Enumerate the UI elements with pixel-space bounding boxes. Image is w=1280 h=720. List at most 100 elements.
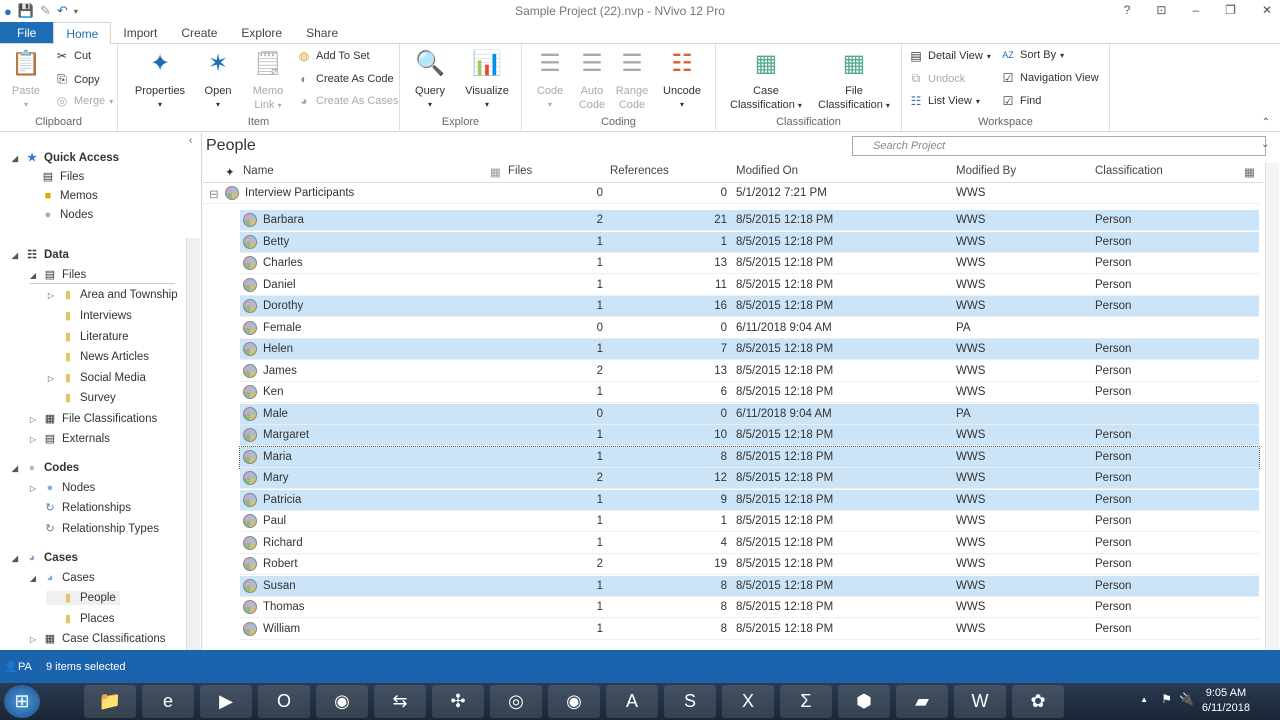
table-row[interactable]: Barbara 2 21 8/5/2015 12:18 PM WWS Person bbox=[240, 210, 1259, 231]
nav-folder-area-and-township[interactable]: ▷ ▮ Area and Township bbox=[46, 288, 178, 302]
table-row-parent[interactable]: ⊟ Interview Participants 0 0 5/1/2012 7:… bbox=[203, 183, 1259, 204]
nav-folder-people[interactable]: ▮ People bbox=[46, 591, 120, 605]
table-row[interactable]: William 1 8 8/5/2015 12:18 PM WWS Person bbox=[240, 619, 1259, 640]
nav-cases-sub[interactable]: ◢ ◕ Cases bbox=[28, 571, 95, 585]
uncode-button[interactable]: ☷ Uncode ▾ bbox=[660, 48, 704, 112]
help-button[interactable]: ? bbox=[1124, 3, 1131, 17]
properties-button[interactable]: ✦ Properties ▾ bbox=[132, 48, 188, 112]
table-row[interactable]: Betty 1 1 8/5/2015 12:18 PM WWS Person bbox=[240, 231, 1259, 253]
taskbar-app-arrows-icon[interactable]: ⇆ bbox=[374, 685, 426, 718]
minimize-button[interactable]: – bbox=[1192, 3, 1199, 17]
nav-qa-memos[interactable]: ■ Memos bbox=[40, 189, 98, 203]
auto-code-button[interactable]: ☰ Auto Code bbox=[574, 48, 610, 112]
case-classification-button[interactable]: ▦ Case Classification ▾ bbox=[724, 48, 808, 113]
taskbar-start-icon[interactable]: ⊞ bbox=[4, 685, 40, 718]
list-view-button[interactable]: ☷ List View ▾ bbox=[908, 94, 980, 108]
table-row[interactable]: Paul 1 1 8/5/2015 12:18 PM WWS Person bbox=[240, 511, 1259, 532]
taskbar-internet-explorer-icon[interactable]: e bbox=[142, 685, 194, 718]
table-row[interactable]: Susan 1 8 8/5/2015 12:18 PM WWS Person bbox=[240, 575, 1259, 597]
nav-nodes[interactable]: ▷ ● Nodes bbox=[28, 481, 95, 495]
table-row[interactable]: Thomas 1 8 8/5/2015 12:18 PM WWS Person bbox=[240, 597, 1259, 618]
nav-folder-survey[interactable]: ▮ Survey bbox=[46, 391, 116, 405]
open-button[interactable]: ✶ Open ▾ bbox=[198, 48, 238, 112]
add-to-set-button[interactable]: ◍ Add To Set bbox=[296, 49, 370, 63]
taskbar-excel-icon[interactable]: X bbox=[722, 685, 774, 718]
taskbar-media-player-icon[interactable]: ▶ bbox=[200, 685, 252, 718]
query-button[interactable]: 🔍 Query ▾ bbox=[412, 48, 448, 112]
nav-relationships[interactable]: ↻ Relationships bbox=[28, 501, 131, 515]
tab-create[interactable]: Create bbox=[169, 22, 229, 43]
table-row[interactable]: Daniel 1 11 8/5/2015 12:18 PM WWS Person bbox=[240, 275, 1259, 296]
cut-button[interactable]: ✂ Cut bbox=[54, 49, 91, 63]
navigation-view-checkbox[interactable]: ☑ Navigation View bbox=[1000, 71, 1099, 85]
taskbar-chrome-icon[interactable]: ◉ bbox=[548, 685, 600, 718]
file-classification-button[interactable]: ▦ File Classification ▾ bbox=[814, 48, 894, 113]
tab-file[interactable]: File bbox=[0, 22, 54, 43]
restore-button[interactable]: ❐ bbox=[1225, 3, 1236, 17]
visualize-button[interactable]: 📊 Visualize ▾ bbox=[462, 48, 512, 112]
column-classification[interactable]: Classification bbox=[1095, 165, 1163, 177]
power-icon[interactable]: 🔌 bbox=[1179, 692, 1194, 706]
sort-by-button[interactable]: AZ Sort By ▾ bbox=[1000, 49, 1064, 61]
copy-button[interactable]: ⎘ Copy bbox=[54, 72, 100, 87]
taskbar-skype-icon[interactable]: S bbox=[664, 685, 716, 718]
nav-qa-files[interactable]: ▤ Files bbox=[40, 170, 84, 184]
taskbar-math-icon[interactable]: Σ bbox=[780, 685, 832, 718]
column-modified-on[interactable]: Modified On bbox=[736, 165, 798, 177]
search-dropdown-icon[interactable]: ⌄ bbox=[1261, 139, 1269, 150]
taskbar-acrobat-icon[interactable]: A bbox=[606, 685, 658, 718]
nav-folder-places[interactable]: ▮ Places bbox=[46, 612, 115, 626]
column-modified-by[interactable]: Modified By bbox=[956, 165, 1016, 177]
action-center-icon[interactable]: ⚑ bbox=[1161, 692, 1172, 706]
system-clock[interactable]: 9:05 AM 6/11/2018 bbox=[1202, 686, 1250, 716]
tab-import[interactable]: Import bbox=[111, 22, 169, 43]
nav-folder-social-media[interactable]: ▷ ▮ Social Media bbox=[46, 371, 146, 385]
table-row[interactable]: Female 0 0 6/11/2018 9:04 AM PA bbox=[240, 318, 1259, 339]
table-row[interactable]: Patricia 1 9 8/5/2015 12:18 PM WWS Person bbox=[240, 489, 1259, 511]
table-row[interactable]: Charles 1 13 8/5/2015 12:18 PM WWS Person bbox=[240, 253, 1259, 274]
nav-externals[interactable]: ▷ ▤ Externals bbox=[28, 432, 110, 446]
table-row[interactable]: Richard 1 4 8/5/2015 12:18 PM WWS Person bbox=[240, 533, 1259, 554]
nav-qa-nodes[interactable]: ● Nodes bbox=[40, 208, 94, 222]
table-row[interactable]: Robert 2 19 8/5/2015 12:18 PM WWS Person bbox=[240, 554, 1259, 575]
nav-folder-news-articles[interactable]: ▮ News Articles bbox=[46, 350, 149, 364]
nav-quick-access[interactable]: ◢ ★ Quick Access bbox=[10, 151, 119, 165]
detail-view-button[interactable]: ▤ Detail View ▾ bbox=[908, 49, 991, 63]
nav-case-classifications[interactable]: ▷ ▦ Case Classifications bbox=[28, 632, 166, 646]
collapse-ribbon-icon[interactable]: ⌃ bbox=[1262, 117, 1270, 128]
collapse-icon[interactable]: ⊟ bbox=[209, 187, 219, 201]
taskbar-sticky-notes-icon[interactable]: ▰ bbox=[896, 685, 948, 718]
table-scrollbar[interactable] bbox=[1265, 163, 1279, 650]
undock-button[interactable]: ⧉ Undock bbox=[908, 71, 966, 86]
nav-file-classifications[interactable]: ▷ ▦ File Classifications bbox=[28, 412, 157, 426]
collapse-nav-icon[interactable]: ‹ bbox=[189, 135, 192, 146]
nav-codes[interactable]: ◢ ● Codes bbox=[10, 461, 79, 475]
create-as-code-button[interactable]: ◐ Create As Code bbox=[296, 72, 393, 86]
tray-overflow-icon[interactable]: ▲ bbox=[1140, 695, 1148, 704]
tab-home[interactable]: Home bbox=[53, 22, 112, 45]
nav-cases[interactable]: ◢ ◕ Cases bbox=[10, 551, 78, 565]
column-references[interactable]: References bbox=[610, 165, 669, 177]
nav-relationship-types[interactable]: ↻ Relationship Types bbox=[28, 522, 159, 536]
memo-link-button[interactable]: 🗒 Memo Link ▾ bbox=[246, 48, 290, 113]
table-row[interactable]: Margaret 1 10 8/5/2015 12:18 PM WWS Person bbox=[240, 425, 1259, 446]
close-button[interactable]: ✕ bbox=[1262, 3, 1272, 17]
tab-explore[interactable]: Explore bbox=[229, 22, 294, 43]
column-files[interactable]: Files bbox=[508, 165, 532, 177]
table-row[interactable]: Dorothy 1 16 8/5/2015 12:18 PM WWS Person bbox=[240, 296, 1259, 317]
find-checkbox[interactable]: ☑ Find bbox=[1000, 94, 1042, 108]
table-row[interactable]: James 2 13 8/5/2015 12:18 PM WWS Person bbox=[240, 361, 1259, 382]
ribbon-display-button[interactable]: ⊡ bbox=[1156, 3, 1166, 17]
create-as-cases-button[interactable]: ◕ Create As Cases bbox=[296, 94, 398, 108]
taskbar-chromium-icon[interactable]: ◎ bbox=[490, 685, 542, 718]
column-name[interactable]: Name bbox=[243, 165, 274, 177]
taskbar-app-hexagon-icon[interactable]: ⬢ bbox=[838, 685, 890, 718]
nav-data[interactable]: ◢ ☷ Data bbox=[10, 248, 69, 262]
tab-share[interactable]: Share bbox=[294, 22, 350, 43]
taskbar-explorer-icon[interactable]: 📁 bbox=[84, 685, 136, 718]
taskbar-app-flower-icon[interactable]: ✿ bbox=[1012, 685, 1064, 718]
column-chooser-icon[interactable]: ▦ bbox=[1244, 165, 1255, 179]
taskbar-word-icon[interactable]: W bbox=[954, 685, 1006, 718]
merge-button[interactable]: ◎ Merge ▾ bbox=[54, 94, 113, 108]
table-row[interactable]: Mary 2 12 8/5/2015 12:18 PM WWS Person bbox=[240, 468, 1259, 489]
